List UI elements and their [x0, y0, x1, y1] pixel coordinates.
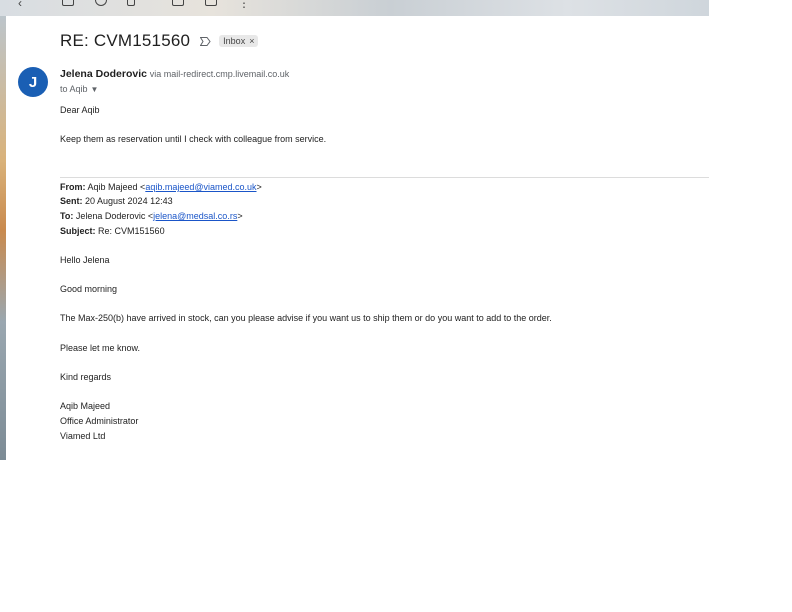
- toolbar: ‹ ⋮: [0, 0, 709, 16]
- subject-row: RE: CVM151560 Inbox ×: [60, 31, 259, 51]
- sender-name[interactable]: Jelena Doderovic: [60, 68, 147, 80]
- show-details-caret-icon[interactable]: ▼: [91, 85, 99, 94]
- recipient-text: to Aqib: [60, 84, 88, 94]
- archive-icon[interactable]: [62, 0, 74, 6]
- to-close: >: [237, 211, 243, 221]
- report-spam-icon[interactable]: [95, 0, 107, 6]
- move-to-icon[interactable]: [205, 0, 217, 6]
- more-options-icon[interactable]: ⋮: [238, 0, 250, 10]
- quoted-regards: Kind regards: [60, 372, 112, 382]
- from-close: >: [256, 182, 262, 192]
- mark-unread-icon[interactable]: [172, 0, 184, 6]
- quoted-sent-line: Sent: 20 August 2024 12:43: [60, 196, 173, 206]
- quoted-please: Please let me know.: [60, 343, 141, 353]
- from-email-link[interactable]: aqib.majeed@viamed.co.uk: [145, 182, 256, 192]
- quoted-good-morning: Good morning: [60, 284, 118, 294]
- from-name: Aqib Majeed <: [87, 182, 146, 192]
- sent-label: Sent:: [60, 196, 83, 206]
- remove-label-icon[interactable]: ×: [249, 36, 254, 46]
- quoted-hello: Hello Jelena: [60, 255, 110, 265]
- sender-via: via mail-redirect.cmp.livemail.co.uk: [149, 69, 290, 79]
- email-subject: RE: CVM151560: [60, 31, 191, 50]
- subject-label: Subject:: [60, 226, 96, 236]
- quoted-subject-line: Subject: Re: CVM151560: [60, 226, 165, 236]
- to-name: Jelena Doderovic <: [75, 211, 154, 221]
- to-email-link[interactable]: jelena@medsal.co.rs: [153, 211, 237, 221]
- back-arrow-icon[interactable]: ‹: [18, 0, 22, 10]
- sent-value: 20 August 2024 12:43: [85, 196, 173, 206]
- avatar[interactable]: J: [18, 67, 48, 97]
- inbox-label-text: Inbox: [223, 36, 246, 46]
- quoted-to-line: To: Jelena Doderovic <jelena@medsal.co.r…: [60, 211, 243, 221]
- to-label: To:: [60, 211, 74, 221]
- quoted-from-line: From: Aqib Majeed <aqib.majeed@viamed.co…: [60, 182, 262, 192]
- sender-line: Jelena Doderovic via mail-redirect.cmp.l…: [60, 68, 289, 80]
- quote-divider: [60, 177, 709, 178]
- delete-icon[interactable]: [127, 0, 135, 6]
- reply-body: Keep them as reservation until I check w…: [60, 134, 327, 144]
- greeting: Dear Aqib: [60, 105, 100, 115]
- quoted-body: The Max-250(b) have arrived in stock, ca…: [60, 313, 552, 323]
- important-marker-icon[interactable]: [200, 36, 211, 46]
- signature-company: Viamed Ltd: [60, 431, 106, 441]
- from-label: From:: [60, 182, 86, 192]
- inbox-label-badge: Inbox ×: [219, 35, 259, 47]
- background-image: [0, 0, 6, 460]
- subject-value: Re: CVM151560: [98, 226, 165, 236]
- signature-name: Aqib Majeed: [60, 401, 111, 411]
- signature-title: Office Administrator: [60, 416, 139, 426]
- recipient-line: to Aqib ▼: [60, 84, 98, 94]
